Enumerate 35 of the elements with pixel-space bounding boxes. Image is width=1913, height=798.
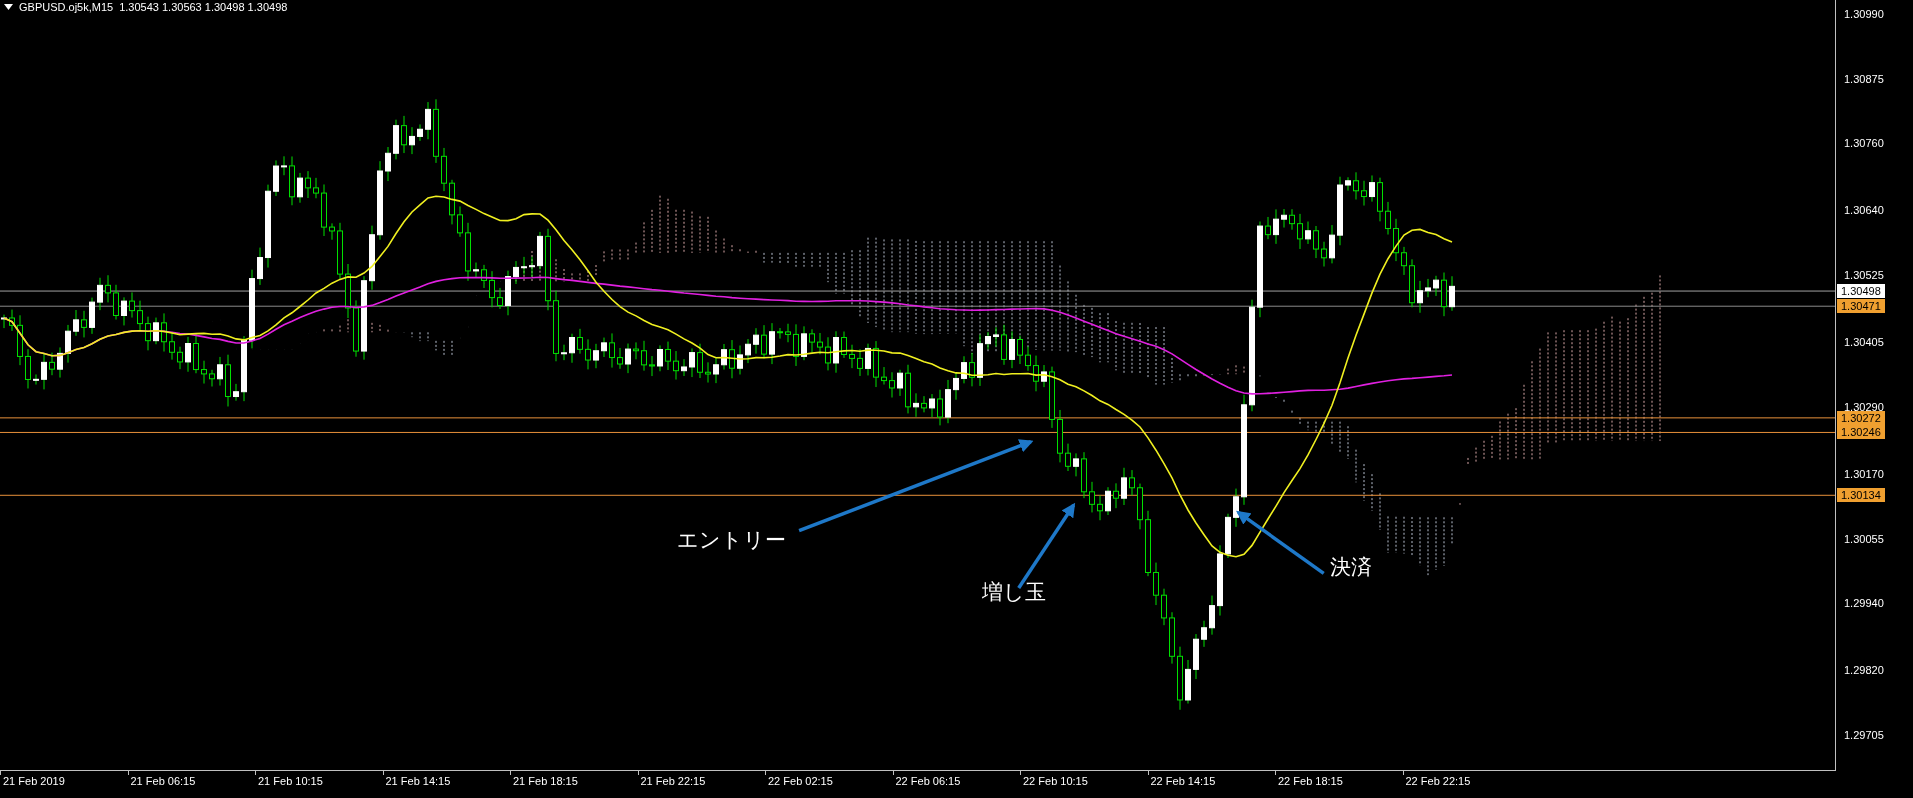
time-label: 22 Feb 10:15 (1023, 775, 1088, 787)
time-label: 21 Feb 2019 (3, 775, 65, 787)
price-marker: 1.30471 (1837, 299, 1885, 314)
dropdown-triangle-icon[interactable] (4, 4, 13, 10)
price-marker: 1.30272 (1837, 410, 1885, 425)
time-label: 21 Feb 10:15 (258, 775, 323, 787)
price-label: 1.30525 (1844, 268, 1884, 281)
price-label: 1.30990 (1844, 8, 1884, 20)
price-label: 1.29705 (1844, 729, 1884, 741)
time-label: 22 Feb 02:15 (768, 775, 833, 787)
symbol-label: GBPUSD.oj5k,M15 (19, 1, 114, 13)
price-label: 1.30055 (1844, 532, 1884, 545)
price-label: 1.30640 (1844, 204, 1884, 217)
annotation-text: 増し玉 (982, 578, 1047, 605)
price-label: 1.29820 (1844, 664, 1884, 677)
price-marker: 1.30498 (1837, 284, 1885, 299)
price-label: 1.29940 (1844, 597, 1884, 610)
annotation-text: エントリー (677, 527, 787, 554)
time-label: 22 Feb 14:15 (1150, 775, 1216, 787)
time-label: 22 Feb 06:15 (895, 775, 961, 787)
price-label: 1.30290 (1844, 400, 1884, 413)
time-label: 21 Feb 22:15 (640, 775, 706, 787)
time-label: 22 Feb 22:15 (1405, 775, 1471, 787)
annotation-text: 決済 (1329, 554, 1372, 581)
price-label: 1.30875 (1844, 72, 1884, 85)
price-marker: 1.30134 (1837, 488, 1885, 503)
time-label: 21 Feb 18:15 (513, 775, 578, 787)
price-marker: 1.30246 (1837, 425, 1885, 440)
ohlc-values: 1.30543 1.30563 1.30498 1.30498 (119, 1, 288, 13)
price-label: 1.30170 (1844, 468, 1884, 481)
time-label: 21 Feb 14:15 (385, 775, 451, 787)
time-label: 22 Feb 18:15 (1278, 775, 1343, 787)
price-label: 1.30760 (1844, 137, 1884, 150)
price-label: 1.30405 (1844, 336, 1884, 349)
time-label: 21 Feb 06:15 (130, 775, 196, 787)
